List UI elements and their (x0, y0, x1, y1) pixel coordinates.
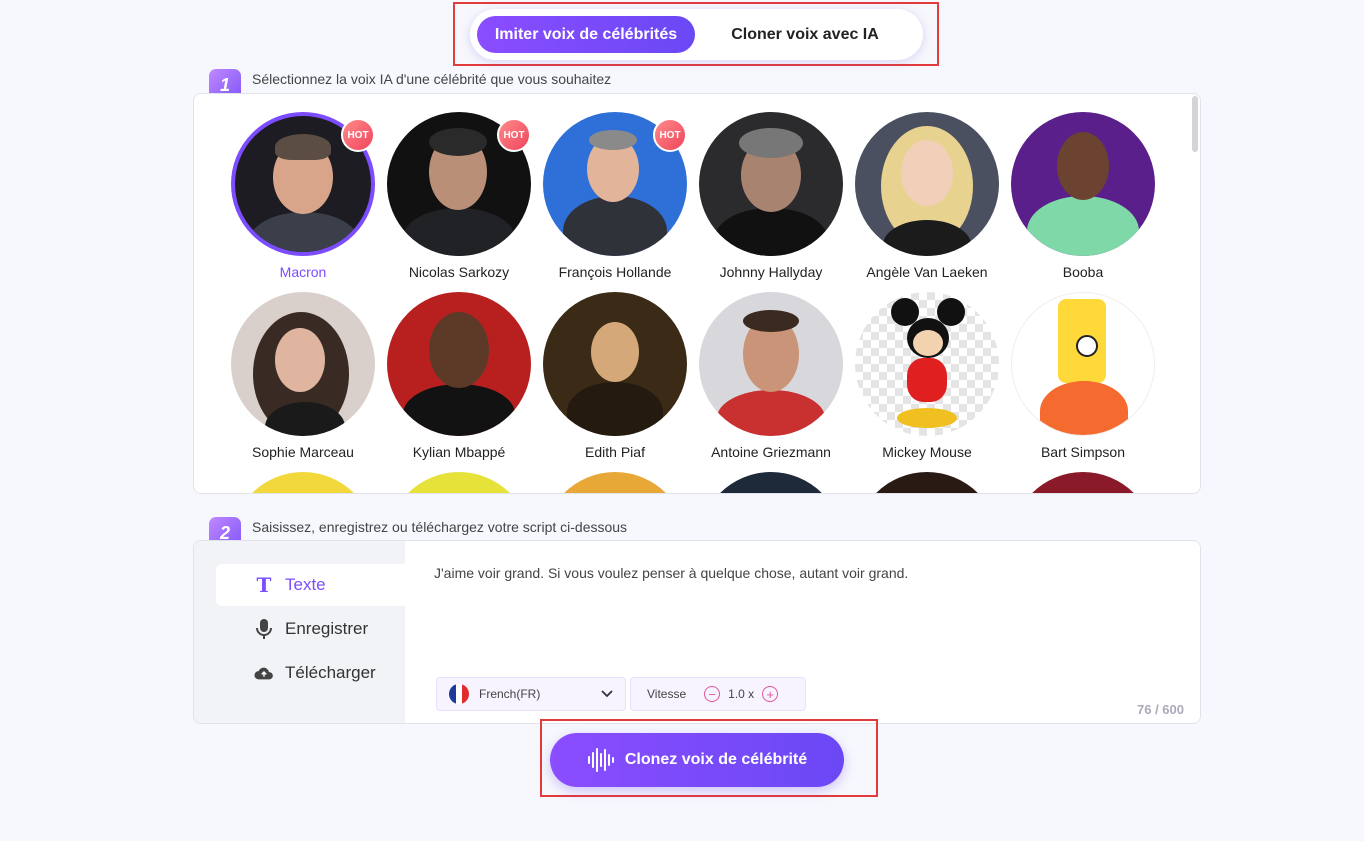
scrollbar[interactable] (1192, 96, 1198, 152)
clone-voice-label: Clonez voix de célébrité (624, 751, 808, 768)
celebrity-name: Angèle Van Laeken (866, 264, 988, 280)
speed-label: Vitesse (647, 687, 687, 701)
celebrity-angele[interactable]: Angèle Van Laeken (852, 112, 1002, 280)
avatar (387, 292, 531, 436)
avatar (543, 292, 687, 436)
tab-upload[interactable]: Télécharger (216, 652, 405, 694)
celebrity-hollande[interactable]: HOT François Hollande (540, 112, 690, 280)
avatar (699, 292, 843, 436)
celebrity-name: Sophie Marceau (252, 444, 354, 460)
mode-imitate-celebrity-button[interactable]: Imiter voix de célébrités (477, 16, 695, 53)
hot-badge: HOT (497, 118, 531, 152)
celebrity-piaf[interactable]: Edith Piaf (540, 292, 690, 460)
speed-control: Vitesse − 1.0 x + (630, 677, 806, 711)
speed-value: 1.0 x (728, 687, 755, 701)
celebrity-row3-4[interactable] (696, 472, 846, 493)
tab-text-label: Texte (285, 575, 326, 594)
script-textarea[interactable]: J'aime voir grand. Si vous voulez penser… (434, 565, 908, 581)
celebrity-name: Bart Simpson (1040, 444, 1126, 460)
celebrity-macron[interactable]: HOT Macron (228, 112, 378, 280)
language-select[interactable]: French(FR) (436, 677, 626, 711)
chevron-down-icon (601, 687, 613, 701)
avatar: HOT (387, 112, 531, 256)
tab-record-label: Enregistrer (285, 619, 369, 638)
text-icon: T (256, 573, 272, 597)
celebrity-mbappe[interactable]: Kylian Mbappé (384, 292, 534, 460)
celebrity-marceau[interactable]: Sophie Marceau (228, 292, 378, 460)
avatar (699, 112, 843, 256)
celebrity-name: Macron (279, 264, 327, 280)
celebrity-hallyday[interactable]: Johnny Hallyday (696, 112, 846, 280)
celebrity-grid: HOT Macron HOT Nicolas Sarkozy HOT Franç… (193, 93, 1201, 494)
celebrity-row3-1[interactable] (228, 472, 378, 493)
avatar (1011, 292, 1155, 436)
tab-record[interactable]: Enregistrer (216, 608, 405, 650)
celebrity-name: Kylian Mbappé (412, 444, 506, 460)
speed-increase-button[interactable]: + (762, 686, 779, 702)
step2-text: Saisissez, enregistrez ou téléchargez vo… (252, 519, 628, 535)
avatar (231, 292, 375, 436)
celebrity-name: Mickey Mouse (882, 444, 972, 460)
character-counter: 76 / 600 (1137, 702, 1184, 717)
soundwave-icon (587, 747, 615, 773)
cloud-upload-icon (254, 665, 274, 681)
celebrity-name: Booba (1062, 264, 1104, 280)
celebrity-row3-3[interactable] (540, 472, 690, 493)
clone-voice-button[interactable]: Clonez voix de célébrité (550, 733, 844, 787)
celebrity-griezmann[interactable]: Antoine Griezmann (696, 292, 846, 460)
step1-text: Sélectionnez la voix IA d'une célébrité … (252, 71, 612, 87)
script-tabs: T Texte Enregistrer Télécharger (194, 541, 405, 723)
speed-decrease-button[interactable]: − (704, 686, 721, 702)
celebrity-booba[interactable]: Booba (1008, 112, 1158, 280)
celebrity-row3-2[interactable] (384, 472, 534, 493)
celebrity-name: Edith Piaf (585, 444, 645, 460)
france-flag-icon (449, 684, 469, 704)
celebrity-row3-6[interactable] (1008, 472, 1158, 493)
tab-text[interactable]: T Texte (216, 564, 405, 606)
hot-badge: HOT (341, 118, 375, 152)
script-panel: T Texte Enregistrer Télécharger J'aime v… (193, 540, 1201, 724)
mode-switch: Imiter voix de célébrités Cloner voix av… (470, 9, 923, 60)
celebrity-bart[interactable]: Bart Simpson (1008, 292, 1158, 460)
language-value: French(FR) (479, 687, 541, 701)
avatar: HOT (543, 112, 687, 256)
microphone-icon (254, 618, 274, 640)
celebrity-mickey[interactable]: Mickey Mouse (852, 292, 1002, 460)
celebrity-name: Nicolas Sarkozy (408, 264, 510, 280)
tab-upload-label: Télécharger (285, 663, 376, 682)
mode-clone-ai-button[interactable]: Cloner voix avec IA (695, 16, 915, 53)
avatar: HOT (231, 112, 375, 256)
avatar (1011, 112, 1155, 256)
celebrity-name: Johnny Hallyday (719, 264, 823, 280)
celebrity-row3-5[interactable] (852, 472, 1002, 493)
celebrity-name: François Hollande (558, 264, 672, 280)
avatar (855, 292, 999, 436)
celebrity-name: Antoine Griezmann (711, 444, 831, 460)
celebrity-sarkozy[interactable]: HOT Nicolas Sarkozy (384, 112, 534, 280)
hot-badge: HOT (653, 118, 687, 152)
avatar (855, 112, 999, 256)
